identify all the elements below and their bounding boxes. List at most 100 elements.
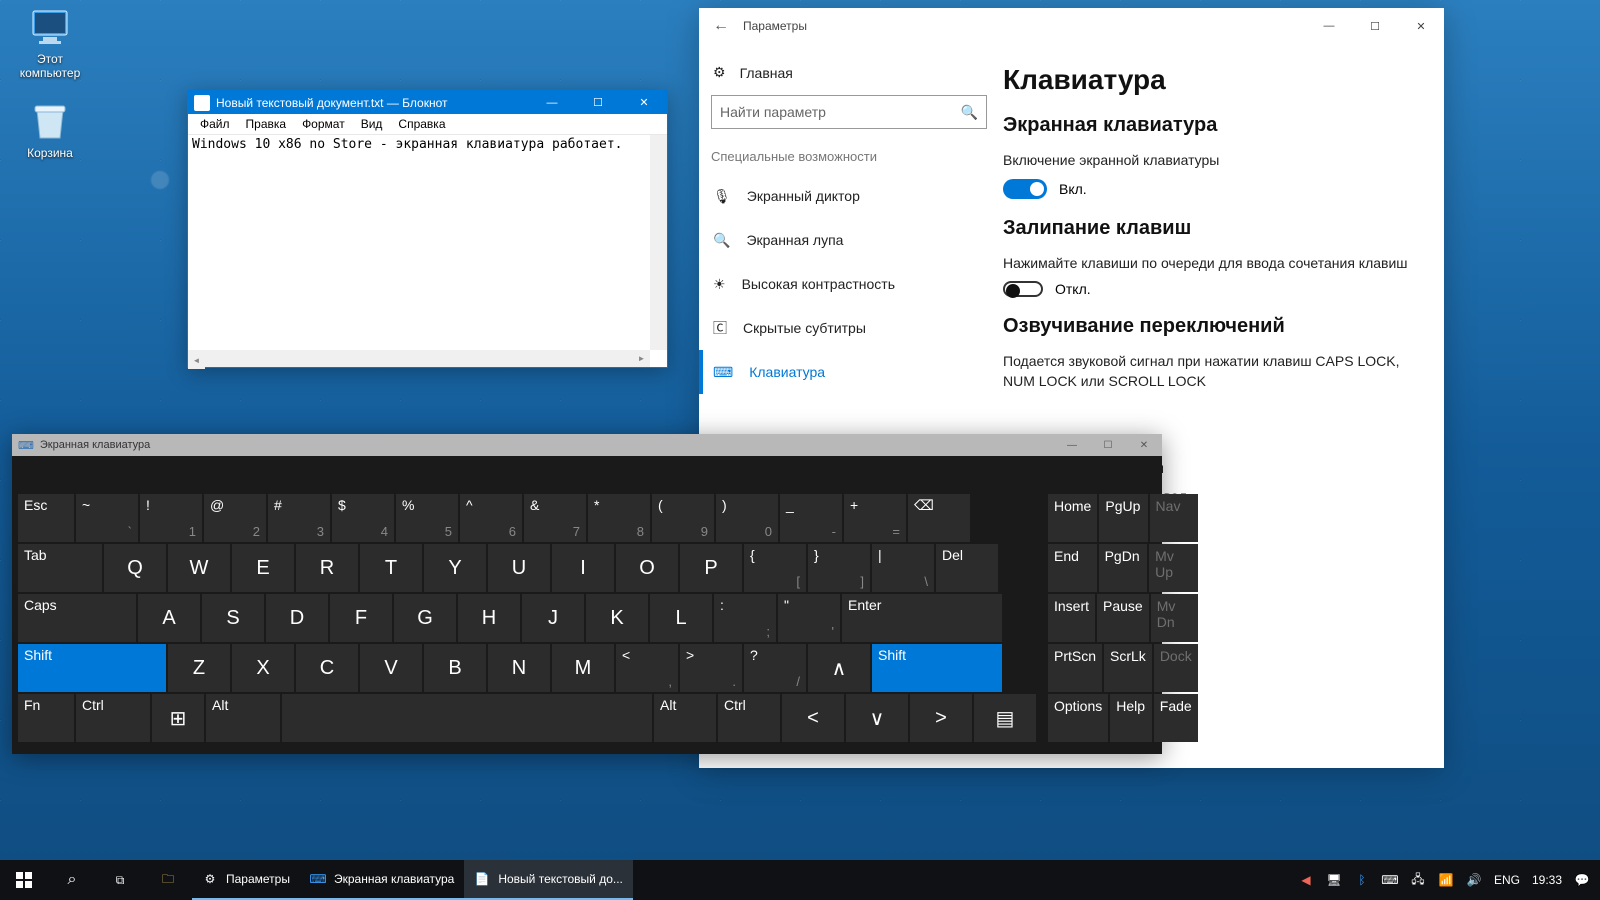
key-pgup[interactable]: PgUp [1099, 494, 1147, 542]
key-f[interactable]: F [330, 594, 392, 642]
key-<[interactable]: < [782, 694, 844, 742]
key-}[interactable]: }] [808, 544, 870, 592]
key-home[interactable]: Home [1048, 494, 1097, 542]
tray-clock[interactable]: 19:33 [1532, 873, 1562, 887]
key-<[interactable]: <, [616, 644, 678, 692]
key-([interactable]: (9 [652, 494, 714, 542]
key-)[interactable]: )0 [716, 494, 778, 542]
tray-wifi-icon[interactable]: 📶 [1438, 872, 1454, 888]
key-g[interactable]: G [394, 594, 456, 642]
nav-item-magnifier[interactable]: 🔍Экранная лупа [711, 218, 987, 262]
taskbar-task-note[interactable]: 📄Новый текстовый до... [464, 860, 633, 900]
tray-language[interactable]: ENG [1494, 873, 1520, 887]
key-ctrl[interactable]: Ctrl [718, 694, 780, 742]
tray-volume-icon[interactable]: 🔊 [1466, 872, 1482, 888]
key-#[interactable]: #3 [268, 494, 330, 542]
key-^[interactable]: ^6 [460, 494, 522, 542]
key-esc[interactable]: Esc [18, 494, 74, 542]
settings-search[interactable]: Найти параметр 🔍 [711, 95, 987, 129]
key-pause[interactable]: Pause [1097, 594, 1149, 642]
nav-home[interactable]: ⚙ Главная [711, 58, 987, 95]
key-options[interactable]: Options [1048, 694, 1108, 742]
taskview-button[interactable]: ⧉ [96, 860, 144, 900]
key-∧[interactable]: ∧ [808, 644, 870, 692]
menu-help[interactable]: Справка [390, 115, 453, 133]
taskbar-task-gear[interactable]: ⚙Параметры [192, 860, 300, 900]
key-shift[interactable]: Shift [18, 644, 166, 692]
key-~[interactable]: ~` [76, 494, 138, 542]
settings-titlebar[interactable]: ← Параметры — ☐ ✕ [699, 8, 1444, 44]
tray-chevron-icon[interactable]: ◀ [1298, 872, 1314, 888]
close-button[interactable]: ✕ [1126, 434, 1162, 456]
tray-network-icon[interactable]: 🖧 [1410, 872, 1426, 888]
key-fade[interactable]: Fade [1154, 694, 1198, 742]
toggle-osk[interactable]: Вкл. [1003, 179, 1416, 199]
key-b[interactable]: B [424, 644, 486, 692]
nav-item-contrast[interactable]: ☀Высокая контрастность [711, 262, 987, 306]
key-n[interactable]: N [488, 644, 550, 692]
key-tab[interactable]: Tab [18, 544, 102, 592]
key-u[interactable]: U [488, 544, 550, 592]
toggle-switch-off[interactable] [1003, 281, 1043, 297]
key-space[interactable] [282, 694, 652, 742]
key-m[interactable]: M [552, 644, 614, 692]
explorer-button[interactable]: 🗀 [144, 860, 192, 900]
key-ctrl[interactable]: Ctrl [76, 694, 150, 742]
key-end[interactable]: End [1048, 544, 1097, 592]
key-insert[interactable]: Insert [1048, 594, 1095, 642]
key->[interactable]: > [910, 694, 972, 742]
key-r[interactable]: R [296, 544, 358, 592]
search-button[interactable]: ⌕ [48, 860, 96, 900]
notepad-titlebar[interactable]: Новый текстовый документ.txt — Блокнот —… [188, 91, 667, 114]
key-▤[interactable]: ▤ [974, 694, 1036, 742]
key-z[interactable]: Z [168, 644, 230, 692]
key-h[interactable]: H [458, 594, 520, 642]
key-caps[interactable]: Caps [18, 594, 136, 642]
close-button[interactable]: ✕ [1398, 8, 1444, 44]
key-![interactable]: !1 [140, 494, 202, 542]
minimize-button[interactable]: — [1054, 434, 1090, 456]
tray-bluetooth-icon[interactable]: ᛒ [1354, 872, 1370, 888]
tray-keyboard-icon[interactable]: ⌨ [1382, 872, 1398, 888]
key-_[interactable]: _- [780, 494, 842, 542]
maximize-button[interactable]: ☐ [575, 91, 621, 114]
key-@[interactable]: @2 [204, 494, 266, 542]
key-∨[interactable]: ∨ [846, 694, 908, 742]
key-c[interactable]: C [296, 644, 358, 692]
desktop-icon-this-pc[interactable]: Этот компьютер [10, 8, 90, 80]
osk-titlebar[interactable]: ⌨ Экранная клавиатура — ☐ ✕ [12, 434, 1162, 456]
close-button[interactable]: ✕ [621, 91, 667, 114]
key-prtscn[interactable]: PrtScn [1048, 644, 1102, 692]
key->[interactable]: >. [680, 644, 742, 692]
key-⊞[interactable]: ⊞ [152, 694, 204, 742]
key-enter[interactable]: Enter [842, 594, 1002, 642]
back-button[interactable]: ← [699, 17, 743, 35]
key-j[interactable]: J [522, 594, 584, 642]
maximize-button[interactable]: ☐ [1352, 8, 1398, 44]
key-"[interactable]: "' [778, 594, 840, 642]
notepad-textarea[interactable] [188, 135, 667, 367]
key-w[interactable]: W [168, 544, 230, 592]
key-del[interactable]: Del [936, 544, 998, 592]
toggle-switch-on[interactable] [1003, 179, 1047, 199]
menu-edit[interactable]: Правка [238, 115, 295, 133]
key-&[interactable]: &7 [524, 494, 586, 542]
key-v[interactable]: V [360, 644, 422, 692]
key-alt[interactable]: Alt [654, 694, 716, 742]
desktop-icon-recycle-bin[interactable]: Корзина [10, 102, 90, 160]
key-scrlk[interactable]: ScrLk [1104, 644, 1152, 692]
key-i[interactable]: I [552, 544, 614, 592]
key-e[interactable]: E [232, 544, 294, 592]
minimize-button[interactable]: — [529, 91, 575, 114]
tray-notifications-icon[interactable]: 💬 [1574, 872, 1590, 888]
key-{[interactable]: {[ [744, 544, 806, 592]
key-x[interactable]: X [232, 644, 294, 692]
key-k[interactable]: K [586, 594, 648, 642]
maximize-button[interactable]: ☐ [1090, 434, 1126, 456]
toggle-sticky[interactable]: Откл. [1003, 281, 1416, 297]
key-*[interactable]: *8 [588, 494, 650, 542]
menu-file[interactable]: Файл [192, 115, 238, 133]
key-+[interactable]: += [844, 494, 906, 542]
key-a[interactable]: A [138, 594, 200, 642]
key-l[interactable]: L [650, 594, 712, 642]
